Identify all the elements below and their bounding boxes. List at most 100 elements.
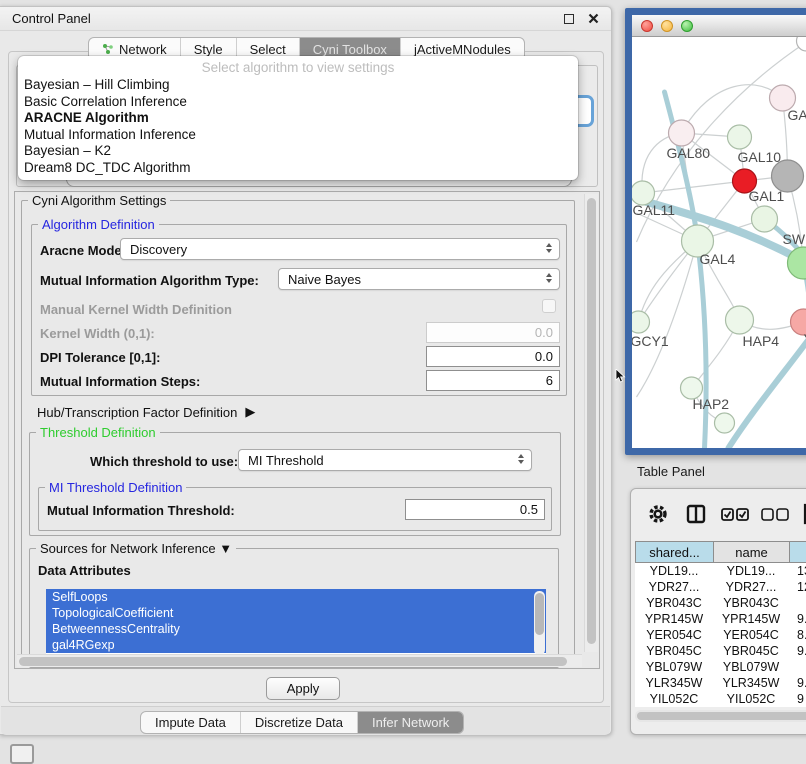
- network-node-hap4[interactable]: [726, 306, 754, 334]
- network-node-partial-top[interactable]: [797, 37, 806, 51]
- cell-name: YBL079W: [713, 659, 789, 675]
- hub-factor-label: Hub/Transcription Factor Definition: [37, 405, 237, 420]
- dropdown-item-mutual-information[interactable]: Mutual Information Inference: [18, 127, 578, 144]
- dpi-tolerance-field[interactable]: 0.0: [426, 346, 560, 367]
- node-label-hap4: HAP4: [743, 333, 780, 349]
- tab-network-label: Network: [119, 42, 167, 57]
- expander-right-icon: ▶: [245, 404, 255, 420]
- table-row[interactable]: YBL079W YBL079W: [635, 659, 806, 675]
- table-row[interactable]: YPR145W YPR145W 9.: [635, 611, 806, 627]
- network-node-gal1[interactable]: [752, 206, 778, 232]
- mi-type-value: Naive Bayes: [288, 272, 361, 287]
- table-row[interactable]: YDL19... YDL19... 13: [635, 563, 806, 579]
- table-row[interactable]: YLR345W YLR345W 9.: [635, 675, 806, 691]
- sources-group-title[interactable]: Sources for Network Inference ▼: [36, 541, 236, 556]
- control-panel-title: Control Panel: [12, 11, 91, 26]
- sources-group: Sources for Network Inference ▼ Data Att…: [29, 548, 559, 668]
- tab-impute-data[interactable]: Impute Data: [141, 712, 241, 733]
- data-attributes-list: SelfLoops TopologicalCoefficient Between…: [46, 589, 546, 657]
- cell-shared: YLR345W: [635, 675, 713, 691]
- column-header-shared-name[interactable]: shared...: [635, 541, 713, 563]
- algorithm-definition-group: Algorithm Definition Aracne Mode: Discov…: [31, 224, 567, 396]
- cell-shared: YDL19...: [635, 563, 713, 579]
- column-header-name[interactable]: name: [713, 541, 789, 563]
- apply-button[interactable]: Apply: [266, 677, 340, 700]
- data-attributes-label: Data Attributes: [38, 563, 131, 578]
- cell-shared: YDR27...: [635, 579, 713, 595]
- tab-select-label: Select: [250, 42, 286, 57]
- cell-value: 9.: [789, 675, 806, 691]
- cell-value: 9: [789, 691, 806, 707]
- sources-title-text: Sources for Network Inference: [40, 541, 216, 556]
- which-threshold-combo[interactable]: MI Threshold: [238, 449, 532, 471]
- table-row[interactable]: YER054C YER054C 8.: [635, 627, 806, 643]
- float-window-icon[interactable]: [564, 14, 574, 24]
- mi-steps-field[interactable]: 6: [426, 370, 560, 391]
- dropdown-item-bayesian-hill-climbing[interactable]: Bayesian – Hill Climbing: [18, 77, 578, 94]
- attribute-item-selfloops[interactable]: SelfLoops: [46, 589, 546, 605]
- cell-value: 12: [789, 579, 806, 595]
- algorithm-definition-title: Algorithm Definition: [38, 217, 159, 232]
- table-row[interactable]: YDR27... YDR27... 12: [635, 579, 806, 595]
- network-canvas[interactable]: GAL GAL80 GAL10 GAL1 GAL11 SWI4 GAL4 GCY…: [632, 37, 806, 448]
- cell-shared: YIL052C: [635, 691, 713, 707]
- dropdown-item-basic-correlation[interactable]: Basic Correlation Inference: [18, 94, 578, 111]
- aracne-mode-combo[interactable]: Discovery: [120, 238, 560, 260]
- table-row[interactable]: YBR045C YBR045C 9.: [635, 643, 806, 659]
- dropdown-item-dream8[interactable]: Dream8 DC_TDC Algorithm: [18, 160, 578, 177]
- table-row[interactable]: YIL052C YIL052C 9: [635, 691, 806, 707]
- close-traffic-light-icon[interactable]: [641, 20, 653, 32]
- network-node-gal10[interactable]: [728, 125, 752, 149]
- manual-kernel-label: Manual Kernel Width Definition: [40, 302, 232, 317]
- hub-factor-expander[interactable]: Hub/Transcription Factor Definition ▶: [37, 404, 255, 420]
- network-tab-icon: [102, 43, 114, 55]
- dropdown-item-aracne[interactable]: ARACNE Algorithm: [18, 110, 578, 127]
- attribute-item-gal4rgexp[interactable]: gal4RGexp: [46, 637, 546, 653]
- zoom-traffic-light-icon[interactable]: [681, 20, 693, 32]
- combo-stepper-icon: [518, 454, 524, 464]
- settings-vertical-scrollbar[interactable]: [584, 194, 598, 652]
- table-body: YDL19... YDL19... 13 YDR27... YDR27... 1…: [635, 563, 806, 707]
- table-panel-window: shared... name A YDL19... YDL19... 13 YD…: [630, 488, 806, 735]
- split-columns-icon[interactable]: [685, 504, 707, 524]
- manual-kernel-checkbox[interactable]: [542, 299, 556, 313]
- threshold-definition-title: Threshold Definition: [36, 425, 160, 440]
- table-horizontal-scrollbar[interactable]: [635, 710, 806, 722]
- attribute-item-topological[interactable]: TopologicalCoefficient: [46, 605, 546, 621]
- cell-shared: YER054C: [635, 627, 713, 643]
- tab-infer-network[interactable]: Infer Network: [358, 712, 463, 733]
- settings-horizontal-scrollbar[interactable]: [17, 654, 582, 667]
- unchecked-boxes-icon[interactable]: [761, 507, 789, 521]
- network-view-window: GAL GAL80 GAL10 GAL1 GAL11 SWI4 GAL4 GCY…: [625, 8, 806, 455]
- minimize-traffic-light-icon[interactable]: [661, 20, 673, 32]
- column-header-partial[interactable]: A: [789, 541, 806, 563]
- mi-type-combo[interactable]: Naive Bayes: [278, 268, 560, 290]
- mi-threshold-label: Mutual Information Threshold:: [47, 503, 235, 518]
- combo-stepper-icon: [546, 273, 552, 283]
- dropdown-placeholder: Select algorithm to view settings: [18, 59, 578, 77]
- gear-icon[interactable]: [647, 504, 669, 524]
- minimized-panel-icon[interactable]: [10, 744, 34, 764]
- cell-name: YDL19...: [713, 563, 789, 579]
- table-row[interactable]: YBR043C YBR043C: [635, 595, 806, 611]
- attribute-item-betweenness[interactable]: BetweennessCentrality: [46, 621, 546, 637]
- tab-discretize-data[interactable]: Discretize Data: [241, 712, 358, 733]
- network-node-gal80[interactable]: [669, 120, 695, 146]
- dropdown-item-bayesian-k2[interactable]: Bayesian – K2: [18, 143, 578, 160]
- aracne-mode-label: Aracne Mode:: [40, 243, 126, 258]
- threshold-definition-group: Threshold Definition Which threshold to …: [29, 432, 561, 536]
- checked-boxes-icon[interactable]: [721, 507, 749, 521]
- algorithm-dropdown-list: Select algorithm to view settings Bayesi…: [18, 56, 578, 180]
- node-label-gcy1: GCY1: [632, 333, 669, 349]
- node-label-gal11: GAL11: [633, 202, 676, 218]
- cyni-bottom-tabbar: Impute Data Discretize Data Infer Networ…: [140, 711, 464, 734]
- table-panel-toolbar: [647, 503, 806, 525]
- network-node-gcy1[interactable]: [632, 311, 650, 333]
- mi-threshold-group-title: MI Threshold Definition: [45, 480, 186, 495]
- close-icon[interactable]: [588, 13, 599, 24]
- network-node-partial-bottom[interactable]: [715, 413, 735, 433]
- kernel-width-field[interactable]: 0.0: [426, 322, 560, 343]
- attributes-list-scrollbar[interactable]: [534, 591, 545, 655]
- cell-value: 9.: [789, 643, 806, 659]
- mi-threshold-field[interactable]: 0.5: [405, 499, 545, 520]
